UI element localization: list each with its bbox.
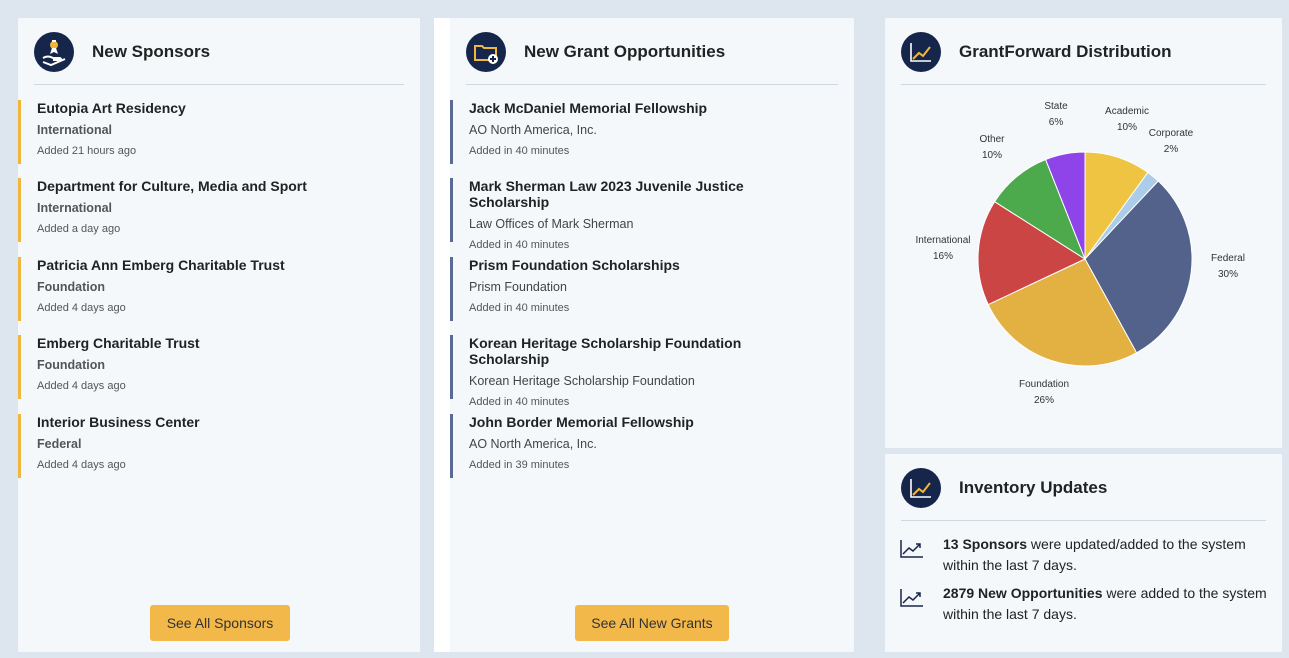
pie-pct-academic: 10% <box>1117 122 1137 133</box>
sponsors-header: New Sponsors <box>34 32 404 85</box>
inventory-text: 13 Sponsors were updated/added to the sy… <box>943 534 1273 576</box>
inventory-panel: Inventory Updates 13 Sponsors were updat… <box>885 454 1282 652</box>
pie-label-corporate: Corporate <box>1149 128 1194 139</box>
pie-label-academic: Academic <box>1105 106 1149 117</box>
inventory-count: 13 Sponsors <box>943 536 1028 552</box>
sponsor-item[interactable]: Emberg Charitable Trust Foundation Added… <box>18 335 388 399</box>
sponsor-name[interactable]: Emberg Charitable Trust <box>37 335 388 351</box>
trend-up-icon <box>899 586 925 613</box>
see-all-sponsors-button[interactable]: See All Sponsors <box>150 605 290 641</box>
distribution-pie-chart: Academic 10% Corporate 2% Federal 30% Foundati… <box>915 101 1245 406</box>
grant-item[interactable]: Jack McDaniel Memorial Fellowship AO Nor… <box>450 100 820 164</box>
pie-label-international: International <box>915 235 970 246</box>
sponsor-name[interactable]: Interior Business Center <box>37 414 388 430</box>
pie-label-other: Other <box>979 134 1005 145</box>
see-all-grants-button[interactable]: See All New Grants <box>575 605 729 641</box>
sponsor-name[interactable]: Eutopia Art Residency <box>37 100 388 116</box>
grant-org: AO North America, Inc. <box>469 437 597 451</box>
pie-pct-international: 16% <box>933 251 953 262</box>
grant-item[interactable]: Mark Sherman Law 2023 Juvenile Justice S… <box>450 178 820 251</box>
pie-pct-federal: 30% <box>1218 269 1238 280</box>
sponsor-type: Foundation <box>37 358 106 372</box>
pie-pct-corporate: 2% <box>1164 144 1179 155</box>
grant-added: Added in 40 minutes <box>469 239 570 251</box>
sponsor-item[interactable]: Department for Culture, Media and Sport … <box>18 178 388 242</box>
sponsor-hand-icon <box>34 32 74 72</box>
grants-header: New Grant Opportunities <box>466 32 838 85</box>
grant-org: Prism Foundation <box>469 280 567 294</box>
grant-org: Law Offices of Mark Sherman <box>469 217 634 231</box>
grant-name[interactable]: Korean Heritage Scholarship Foundation S… <box>469 335 820 367</box>
line-chart-icon <box>901 32 941 72</box>
sponsor-name[interactable]: Department for Culture, Media and Sport <box>37 178 388 194</box>
inventory-count: 2879 New Opportunities <box>943 585 1103 601</box>
panel-title: New Grant Opportunities <box>524 42 726 61</box>
sponsor-added: Added 4 days ago <box>37 459 126 471</box>
pie-pct-foundation: 26% <box>1034 395 1054 406</box>
new-grants-panel: New Grant Opportunities Jack McDaniel Me… <box>434 18 854 652</box>
grant-item[interactable]: John Border Memorial Fellowship AO North… <box>450 414 820 478</box>
sponsor-type: Federal <box>37 437 82 451</box>
pie-pct-other: 10% <box>982 150 1002 161</box>
pie-pct-state: 6% <box>1049 117 1064 128</box>
sponsor-item[interactable]: Interior Business Center Federal Added 4… <box>18 414 388 478</box>
inventory-text: 2879 New Opportunities were added to the… <box>943 583 1273 625</box>
grant-added: Added in 40 minutes <box>469 302 570 314</box>
grant-name[interactable]: Mark Sherman Law 2023 Juvenile Justice S… <box>469 178 820 210</box>
trend-up-icon <box>899 537 925 564</box>
grant-item[interactable]: Korean Heritage Scholarship Foundation S… <box>450 335 820 408</box>
pie-label-federal: Federal <box>1211 253 1245 264</box>
dashboard: New Sponsors Eutopia Art Residency Inter… <box>0 0 1289 658</box>
sponsor-added: Added a day ago <box>37 223 121 235</box>
grant-added: Added in 40 minutes <box>469 145 570 157</box>
grant-name[interactable]: Jack McDaniel Memorial Fellowship <box>469 100 820 116</box>
sponsor-type: Foundation <box>37 280 106 294</box>
sponsor-added: Added 4 days ago <box>37 302 126 314</box>
sponsor-added: Added 21 hours ago <box>37 145 137 157</box>
panel-title: GrantForward Distribution <box>959 42 1172 61</box>
grant-added: Added in 39 minutes <box>469 459 570 471</box>
sponsor-item[interactable]: Eutopia Art Residency International Adde… <box>18 100 388 164</box>
sponsor-type: International <box>37 201 113 215</box>
inventory-header: Inventory Updates <box>901 468 1266 521</box>
panel-title: Inventory Updates <box>959 478 1108 497</box>
line-chart-icon <box>901 468 941 508</box>
sponsor-type: International <box>37 123 113 137</box>
distribution-panel: GrantForward Distribution Academic 10% Cor… <box>885 18 1282 448</box>
folder-add-icon <box>466 32 506 72</box>
sponsor-added: Added 4 days ago <box>37 380 126 392</box>
grant-item[interactable]: Prism Foundation Scholarships Prism Foun… <box>450 257 820 321</box>
grant-org: Korean Heritage Scholarship Foundation <box>469 374 695 388</box>
sponsor-name[interactable]: Patricia Ann Emberg Charitable Trust <box>37 257 388 273</box>
new-sponsors-panel: New Sponsors Eutopia Art Residency Inter… <box>18 18 420 652</box>
sponsor-item[interactable]: Patricia Ann Emberg Charitable Trust Fou… <box>18 257 388 321</box>
pie-label-state: State <box>1044 101 1068 112</box>
grant-name[interactable]: Prism Foundation Scholarships <box>469 257 820 273</box>
grant-added: Added in 40 minutes <box>469 396 570 408</box>
distribution-header: GrantForward Distribution <box>901 32 1266 85</box>
grants-inner: New Grant Opportunities Jack McDaniel Me… <box>450 18 854 652</box>
grant-org: AO North America, Inc. <box>469 123 597 137</box>
pie-label-foundation: Foundation <box>1019 379 1069 390</box>
grant-name[interactable]: John Border Memorial Fellowship <box>469 414 820 430</box>
panel-title: New Sponsors <box>92 42 211 61</box>
